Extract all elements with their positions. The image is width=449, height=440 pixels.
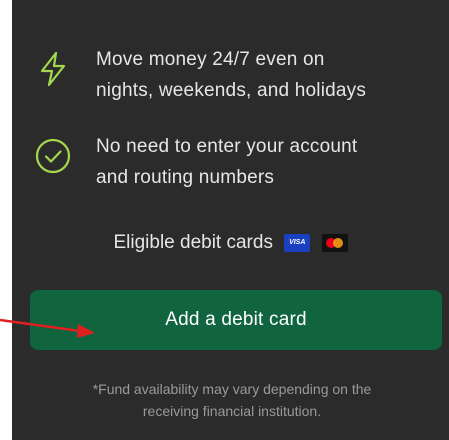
feature-text: No need to enter your account and routin… [96, 131, 426, 193]
feature-line: and routing numbers [96, 167, 275, 188]
eligible-cards-row: Eligible debit cards VISA [12, 228, 449, 258]
mastercard-card-icon [321, 234, 348, 252]
mastercard-circle-orange [332, 238, 343, 248]
lightning-bolt-icon [40, 51, 66, 87]
feature-line: No need to enter your account [96, 136, 358, 157]
debit-card-info-panel: Move money 24/7 even on nights, weekends… [12, 0, 449, 440]
annotation-arrow-icon [0, 318, 95, 338]
disclaimer-line: receiving financial institution. [142, 403, 322, 419]
disclaimer-line: *Fund availability may vary depending on… [92, 381, 372, 397]
eligible-cards-label: Eligible debit cards [113, 232, 273, 253]
fund-availability-disclaimer: *Fund availability may vary depending on… [32, 378, 432, 422]
feature-line: nights, weekends, and holidays [96, 80, 367, 101]
feature-line: Move money 24/7 even on [96, 49, 325, 70]
check-circle-icon [35, 138, 71, 174]
visa-card-icon: VISA [284, 234, 311, 252]
feature-text: Move money 24/7 even on nights, weekends… [96, 44, 426, 106]
